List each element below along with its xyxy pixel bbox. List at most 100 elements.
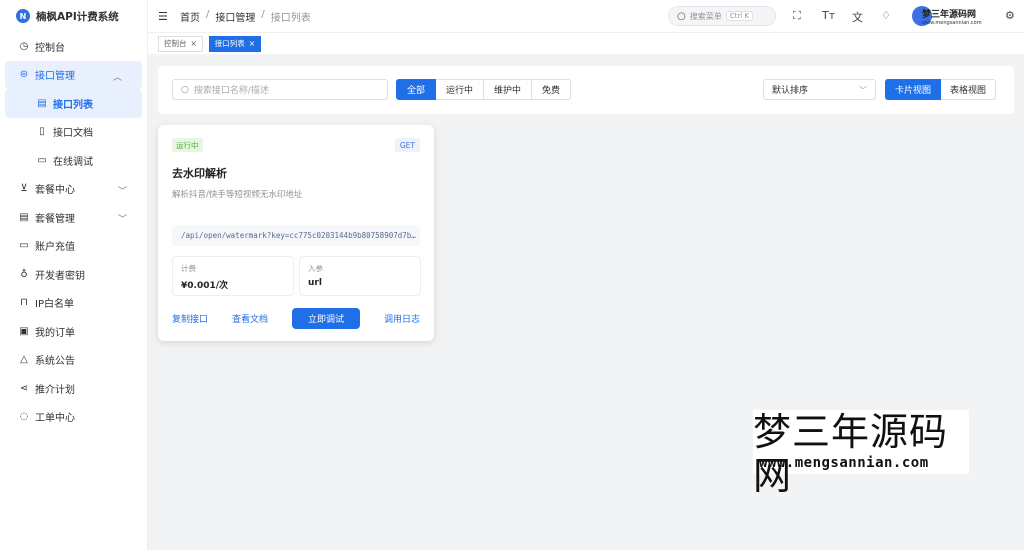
sidebar-item-label: 账户充值 (35, 242, 75, 254)
price-value: ¥0.001/次 (181, 281, 229, 291)
chat-icon: ◌ (19, 411, 29, 423)
bell-icon[interactable]: ♢ (881, 9, 891, 22)
bell-icon: △ (20, 354, 28, 366)
menu-fold-icon[interactable]: ☰ (158, 10, 170, 23)
breadcrumb-api-management[interactable]: 接口管理 (215, 9, 255, 24)
share-icon: ⋖ (19, 382, 29, 394)
api-description: 解析抖音/快手等短视频无水印地址 (172, 190, 303, 200)
price-label: 计费 (181, 264, 196, 273)
logo-icon: N (16, 9, 30, 23)
settings-icon[interactable]: ⚙ (1005, 9, 1015, 22)
logo[interactable]: N 楠枫API计费系统 (0, 0, 147, 32)
menu-search-placeholder: 搜索菜单 (689, 11, 722, 21)
breadcrumb-current: 接口列表 (270, 12, 311, 24)
api-title: 去水印解析 (172, 167, 227, 180)
api-search-input[interactable]: ○ 搜索接口名称/描述 (172, 79, 388, 100)
sidebar-item-label: 接口列表 (53, 99, 93, 111)
sidebar-item-recharge[interactable]: ▭ 账户充值 (0, 232, 147, 261)
watermark: 梦三年源码网 www.mengsannian.com (753, 410, 969, 498)
app-title: 楠枫API计费系统 (36, 10, 119, 23)
sidebar-item-label: 工单中心 (35, 413, 75, 425)
sidebar-item-label: 在线调试 (53, 156, 93, 168)
search-icon: ○ (677, 10, 686, 22)
filter-maintenance[interactable]: 维护中 (484, 79, 533, 100)
search-icon: ○ (181, 84, 189, 95)
sidebar-item-label: 开发者密钥 (35, 270, 85, 282)
breadcrumb-home[interactable]: 首页 (180, 9, 200, 24)
view-toggle: 卡片视图 表格视图 (885, 79, 997, 100)
status-filter: 全部 运行中 维护中 免费 (396, 79, 572, 100)
sort-select[interactable]: 默认排序 ﹀ (763, 79, 876, 100)
close-icon[interactable]: × (249, 39, 255, 48)
document-icon: ▯ (39, 126, 45, 138)
chevron-down-icon: ﹀ (117, 186, 127, 197)
sidebar-item-my-orders[interactable]: ▣ 我的订单 (0, 317, 147, 346)
clipboard-icon: ▤ (19, 211, 29, 223)
api-url: /api/open/watermark?key=cc775c0203144b9b… (172, 225, 420, 246)
sidebar-item-package-management[interactable]: ▤ 套餐管理 ﹀ (0, 203, 147, 232)
tags-view: 控制台 × 接口列表 × (148, 32, 1024, 54)
api-card: 运行中 GET 去水印解析 解析抖音/快手等短视频无水印地址 /api/open… (158, 125, 434, 341)
sidebar-item-label: 控制台 (35, 42, 65, 54)
font-size-icon[interactable]: Tт (822, 9, 835, 22)
sidebar-item-api-docs[interactable]: ▯ 接口文档 (0, 118, 147, 147)
chevron-down-icon: ﹀ (859, 86, 867, 95)
breadcrumb: 首页 / 接口管理 / 接口列表 (180, 9, 311, 24)
sidebar-item-ip-whitelist[interactable]: ⊓ IP白名单 (0, 289, 147, 318)
sidebar-item-label: 接口文档 (53, 128, 93, 140)
app-root: N 楠枫API计费系统 ◷ 控制台 ⊜ 接口管理 ︿ ▤ 接口列表 ▯ 接口文档 ▭ 在线调… (0, 0, 1024, 550)
sidebar-item-label: 套餐中心 (35, 185, 75, 197)
menu-search[interactable]: ○ 搜索菜单 Ctrl K (668, 6, 776, 26)
cart-icon: ⊻ (20, 183, 28, 195)
param-box: 入参 url (299, 256, 421, 296)
tag-dashboard[interactable]: 控制台 × (158, 35, 203, 52)
view-docs-button[interactable]: 查看文档 (232, 312, 268, 325)
sidebar-item-package-center[interactable]: ⊻ 套餐中心 ﹀ (0, 175, 147, 204)
card-view-button[interactable]: 卡片视图 (885, 79, 942, 100)
filter-running[interactable]: 运行中 (436, 79, 485, 100)
param-value: url (308, 278, 322, 288)
lock-icon: ⊓ (20, 297, 28, 309)
tag-label: 控制台 (164, 39, 187, 48)
fullscreen-icon[interactable]: ⛶ (793, 9, 801, 23)
dashboard-icon: ◷ (19, 40, 29, 52)
chevron-up-icon: ︿ (112, 72, 122, 83)
sidebar-item-developer-key[interactable]: ♁ 开发者密钥 (0, 260, 147, 289)
sidebar-item-online-debug[interactable]: ▭ 在线调试 (0, 146, 147, 175)
sidebar-item-label: 推介计划 (35, 384, 75, 396)
param-label: 入参 (308, 264, 323, 273)
shortcut-badge: Ctrl K (725, 11, 754, 21)
debug-now-button[interactable]: 立即调试 (292, 307, 360, 329)
filter-free[interactable]: 免费 (532, 79, 572, 100)
close-icon[interactable]: × (191, 39, 197, 48)
sidebar-item-referral[interactable]: ⋖ 推介计划 (0, 374, 147, 403)
user-watermark-url: www.mengsannian.com (922, 20, 982, 26)
price-box: 计费 ¥0.001/次 (172, 256, 294, 296)
header: ☰ 首页 / 接口管理 / 接口列表 ○ 搜索菜单 Ctrl K ⛶ Tт 文 … (148, 0, 1024, 32)
status-badge: 运行中 (172, 138, 203, 152)
sidebar-item-api-management[interactable]: ⊜ 接口管理 ︿ (5, 60, 142, 89)
copy-api-button[interactable]: 复制接口 (172, 312, 208, 325)
call-logs-button[interactable]: 调用日志 (384, 312, 420, 325)
tag-label: 接口列表 (214, 39, 245, 48)
tag-api-list[interactable]: 接口列表 × (208, 35, 262, 52)
link-icon: ⊜ (19, 69, 29, 81)
sidebar-item-announcements[interactable]: △ 系统公告 (0, 346, 147, 375)
translate-icon[interactable]: 文 (852, 9, 863, 25)
key-icon: ♁ (20, 268, 28, 280)
sidebar-item-label: 接口管理 (35, 71, 75, 83)
card-actions: 复制接口 查看文档 立即调试 调用日志 (172, 307, 420, 329)
sidebar-item-label: 我的订单 (35, 327, 75, 339)
wallet-icon: ▭ (19, 240, 29, 252)
method-badge: GET (394, 138, 420, 152)
sidebar-item-dashboard[interactable]: ◷ 控制台 (0, 32, 147, 61)
filter-all[interactable]: 全部 (396, 79, 437, 100)
watermark-url: www.mengsannian.com (759, 455, 929, 471)
sidebar-item-api-list[interactable]: ▤ 接口列表 (5, 89, 142, 118)
table-view-button[interactable]: 表格视图 (941, 79, 997, 100)
chevron-down-icon: ﹀ (117, 215, 127, 225)
sidebar-item-tickets[interactable]: ◌ 工单中心 (0, 403, 147, 432)
sidebar: N 楠枫API计费系统 ◷ 控制台 ⊜ 接口管理 ︿ ▤ 接口列表 ▯ 接口文档 ▭ 在线调… (0, 0, 148, 550)
api-search-placeholder: 搜索接口名称/描述 (193, 86, 269, 96)
list-icon: ▤ (37, 97, 47, 109)
